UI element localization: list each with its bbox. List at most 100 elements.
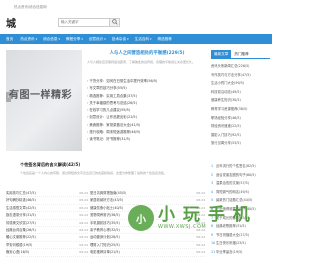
list-item[interactable]: 职场经验分享(46/5): [211, 114, 270, 123]
nav-item-7[interactable]: 精选推荐: [158, 37, 172, 42]
list-item-date: 08-24: [196, 235, 205, 240]
list-item-date: 08-24: [196, 250, 205, 255]
top-strip: 热点资讯/综合信息网: [0, 0, 272, 14]
list-item[interactable]: ›读书笔记：好书推荐(31/5): [87, 136, 207, 143]
list-item-title: 在线学习的几点建议(95/5): [89, 108, 131, 113]
list-item-title: 经典台词合集(26/5): [6, 227, 36, 232]
nav-item-label: 教程分享: [65, 36, 81, 41]
list-item-title: 精选推荐：实用工具合集(37/5): [89, 93, 137, 98]
list-item[interactable]: 科技前沿动态(49/5): [211, 88, 270, 97]
list-item[interactable]: 写作技巧与方法分享(47/5): [211, 71, 270, 80]
list-item[interactable]: ›干货分享：如何在日常生活中提升效率(56/5): [87, 78, 207, 85]
featured-summary: 人与人相处应该保持适当距离，了解彼此的边界感，合理的平衡感让关系更长久。: [87, 60, 196, 64]
list-item-date: 08-24: [79, 227, 88, 232]
list-item[interactable]: ›旅行攻略：周末短途游推荐(46/5): [87, 129, 207, 136]
list-item-title: 健康饮食小贴士(40/5): [90, 205, 124, 210]
list-item[interactable]: 早安问候语(19/5) 08-24: [6, 242, 88, 250]
nav-item-2[interactable]: 综合信息 ▾: [43, 37, 60, 42]
list-item-date: 08-24: [79, 242, 88, 247]
list-item-title: 生活感悟文章(42/5): [6, 205, 36, 210]
list-item[interactable]: ›在线学习的几点建议(95/5): [87, 107, 207, 114]
list-item[interactable]: 暖心文案推荐(22/5) 08-24: [6, 234, 88, 242]
featured-article: 人与人之间营造相处的平衡感(229/5) 人与人相处应该保持适当距离，了解彼此的…: [87, 50, 207, 144]
list-item[interactable]: 夏日清爽穿搭指南(45/5) 08-24: [90, 190, 205, 198]
list-item-title: 旅行攻略：周末短途游推荐(46/5): [89, 130, 141, 135]
banner-slider[interactable]: 有图一样精彩 ‹: [6, 50, 82, 151]
list-item[interactable]: ›写文章的技巧分享(55/5): [87, 85, 207, 92]
tab-latest[interactable]: 最新文章: [211, 50, 232, 58]
chevron-down-icon: ▾: [104, 37, 106, 41]
article-title[interactable]: 个性签名背后的含义解读(42/5): [6, 162, 206, 168]
list-item-date: 08-24: [79, 191, 88, 195]
list-item[interactable]: 4 简短霸气的网名(49/5): [211, 188, 270, 197]
list-item[interactable]: 1 近年流行的个性签名(82/5): [211, 162, 270, 171]
list-item-title: 亲子教育心得(32/5): [90, 227, 120, 232]
list-item[interactable]: 好句摘抄精选(46/5) 08-24: [6, 197, 88, 205]
list-item-title: 美食推荐：家常菜做法大全(41/5): [89, 122, 141, 127]
nav-item-6[interactable]: 生活百科 ▾: [135, 37, 152, 42]
list-item[interactable]: 旅行见闻分享(53/5): [211, 139, 270, 148]
top-strip-text: 热点资讯/综合信息网: [14, 4, 47, 9]
list-item[interactable]: 摄影入门技巧(92/5): [211, 131, 270, 140]
list-item-title: 情感美文欣赏(27/5): [6, 220, 36, 225]
list-item[interactable]: ›精选推荐：实用工具合集(37/5): [87, 93, 207, 100]
list-item-title: 宠物饲养常识(38/5): [90, 213, 120, 218]
list-item[interactable]: 家居收纳好方法(43/5) 08-24: [90, 197, 205, 205]
search-button[interactable]: [110, 17, 120, 27]
list-item-title: 早安问候语(19/5): [6, 242, 33, 247]
chevron-down-icon: ▾: [81, 37, 83, 41]
list-item-title: 读书笔记：好书推荐(31/5): [89, 137, 131, 142]
nav-item-label: 首页: [6, 36, 14, 41]
list-item[interactable]: 生活小窍门大全(99/5): [211, 79, 270, 88]
list-item[interactable]: 5 最新热门话题汇总(44/5): [211, 196, 270, 205]
list-item[interactable]: 生活感悟文章(42/5) 08-24: [6, 205, 88, 213]
list-item[interactable]: 9 节日祝福语大全(27/5): [211, 231, 270, 240]
list-item[interactable]: 励志语录分享(31/5) 08-24: [6, 212, 88, 220]
list-item-title: 节日祝福语大全(27/5): [216, 232, 250, 237]
list-item-title: 好句摘抄精选(46/5): [6, 198, 36, 203]
slider-prev-button[interactable]: ‹: [6, 92, 11, 102]
list-item[interactable]: 电影推荐清单(21/5) 08-24: [90, 249, 205, 257]
list-item[interactable]: 教育学习资源推荐(38/5): [211, 105, 270, 114]
list-item-title: 运动健身计划(28/5): [90, 235, 120, 240]
list-item[interactable]: 资讯头条新闻汇总(226/5): [211, 62, 270, 71]
list-item[interactable]: 健康养生知识(30/5): [211, 96, 270, 105]
watermark-text: 小 玩 手 机 WWW.XWSJ.COM: [158, 206, 251, 230]
watermark: 小 小 玩 手 机 WWW.XWSJ.COM: [128, 205, 251, 231]
list-item[interactable]: 财经资讯速递(22/5): [211, 122, 270, 131]
sidebar-tabs: 最新文章 热门推荐: [211, 50, 270, 59]
list-item[interactable]: 3 温柔治愈的文案(57/5): [211, 179, 270, 188]
list-item[interactable]: 经典台词合集(26/5) 08-24: [6, 227, 88, 235]
nav-item-5[interactable]: 技术杂谈 ▾: [112, 37, 129, 42]
sidebar-list: 资讯头条新闻汇总(226/5) 写作技巧与方法分享(47/5) 生活小窍门大全(…: [211, 62, 270, 148]
article-summary: 个性签名是一个人内心的写照，通过简短的文字表达自己的态度和情感，这里为你整理了最…: [20, 171, 168, 175]
site-logo[interactable]: 城: [6, 15, 58, 30]
watermark-cn: 小 玩 手 机: [158, 205, 251, 225]
nav-item-home[interactable]: 首页: [6, 37, 13, 42]
list-item-date: 08-24: [196, 191, 205, 195]
list-item[interactable]: ›创意设计：让作品更出彩(21/5): [87, 114, 207, 121]
chevron-down-icon: ▾: [58, 37, 60, 41]
list-item[interactable]: 情感美文欣赏(27/5) 08-24: [6, 220, 88, 227]
list-item-date: 08-24: [79, 205, 88, 210]
featured-title[interactable]: 人与人之间营造相处的平衡感(229/5): [87, 50, 207, 57]
search-input[interactable]: [58, 17, 110, 27]
tab-popular[interactable]: 热门推荐: [231, 50, 251, 58]
list-item[interactable]: ›关于幸福感的思考与总结(26/5): [87, 100, 207, 107]
search-box: [58, 17, 120, 27]
watermark-en: WWW.XWSJ.COM: [158, 224, 207, 230]
nav-item-3[interactable]: 教程分享 ▾: [66, 37, 83, 42]
list-item-date: 08-24: [79, 213, 88, 218]
list-item[interactable]: 晚安心语(16/5) 08-24: [6, 249, 88, 257]
list-item[interactable]: 实用技巧汇总(47/5) 08-24: [6, 190, 88, 198]
featured-list: ›干货分享：如何在日常生活中提升效率(56/5) ›写文章的技巧分享(55/5)…: [87, 78, 207, 144]
nav-item-4[interactable]: 创意设计 ▾: [89, 37, 106, 42]
nav-item-1[interactable]: 热点资讯 ▾: [20, 37, 37, 42]
list-item[interactable]: 10生日快乐祝福(23/5): [211, 239, 270, 248]
list-item[interactable]: 11毕业季留言(19/5): [211, 248, 270, 257]
list-item-title: 生日快乐祝福(23/5): [216, 241, 246, 246]
list-item[interactable]: 运动健身计划(28/5) 08-24: [90, 234, 205, 242]
list-item[interactable]: 2 适合发朋友圈的句子(60/5): [211, 171, 270, 180]
list-item[interactable]: ›美食推荐：家常菜做法大全(41/5): [87, 122, 207, 129]
list-item[interactable]: 理财入门知识(25/5) 08-24: [90, 242, 205, 250]
